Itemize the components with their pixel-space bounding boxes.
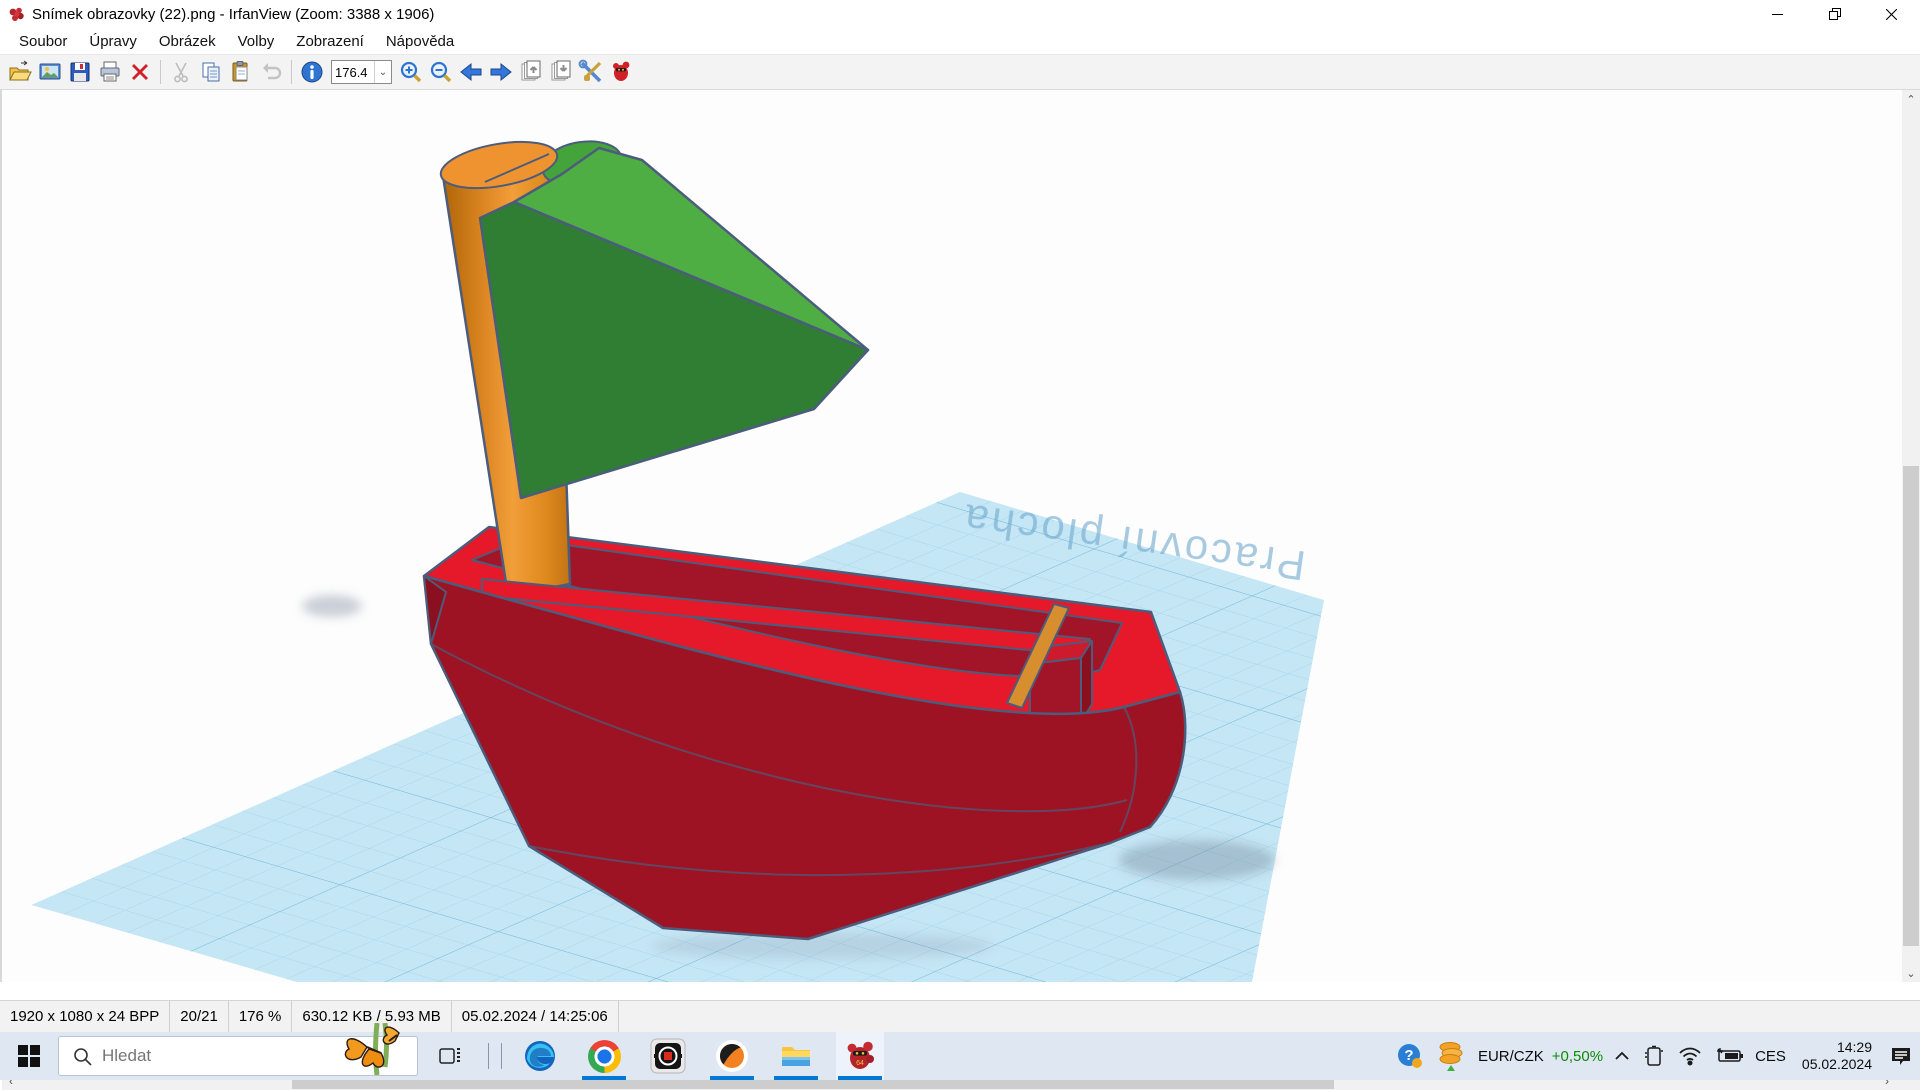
vertical-scroll-thumb[interactable] xyxy=(1903,466,1919,946)
svg-text:?: ? xyxy=(1404,1047,1413,1064)
running-indicator xyxy=(838,1076,882,1080)
minimize-button[interactable] xyxy=(1749,0,1806,28)
taskbar-app-chrome[interactable] xyxy=(580,1032,628,1080)
irfanview-mascot-icon: 64 xyxy=(843,1039,877,1073)
open-file-button[interactable] xyxy=(5,57,35,87)
scroll-down-arrow-icon[interactable]: ⌄ xyxy=(1902,964,1920,982)
taskbar-app-irfanview[interactable]: 64 xyxy=(836,1032,884,1080)
vertical-scrollbar[interactable]: ⌃ ⌄ xyxy=(1902,90,1920,982)
menu-bar: Soubor Úpravy Obrázek Volby Zobrazení Ná… xyxy=(0,28,1920,55)
next-image-button[interactable] xyxy=(486,57,516,87)
search-icon xyxy=(73,1047,92,1066)
taskbar-search-box[interactable] xyxy=(58,1036,418,1076)
wifi-icon[interactable] xyxy=(1671,1032,1709,1080)
windows-logo-icon xyxy=(18,1045,40,1067)
irfanview-about-mascot-icon[interactable] xyxy=(606,57,636,87)
taskbar-app-ev3[interactable] xyxy=(644,1032,692,1080)
title-bar: Snímek obrazovky (22).png - IrfanView (Z… xyxy=(0,0,1920,28)
butterfly-graphic xyxy=(337,1023,415,1075)
search-input[interactable] xyxy=(102,1046,302,1066)
zoom-out-button[interactable] xyxy=(426,57,456,87)
delete-button[interactable] xyxy=(125,57,155,87)
taskbar-divider xyxy=(501,1043,502,1069)
info-button[interactable] xyxy=(297,57,327,87)
close-button[interactable] xyxy=(1863,0,1920,28)
zoom-in-button[interactable] xyxy=(396,57,426,87)
task-view-icon xyxy=(438,1044,462,1068)
system-tray: ? EUR/CZK +0,50% xyxy=(1390,1032,1920,1080)
task-view-button[interactable] xyxy=(426,1032,474,1080)
taskbar: 64 ? EUR/CZK +0,50 xyxy=(0,1032,1920,1080)
window-title: Snímek obrazovky (22).png - IrfanView (Z… xyxy=(32,6,434,23)
zoom-value-input[interactable] xyxy=(332,61,374,83)
notification-center-icon[interactable] xyxy=(1882,1032,1920,1080)
copy-button[interactable] xyxy=(196,57,226,87)
language-indicator[interactable]: CES xyxy=(1751,1048,1790,1065)
toolbar-separator xyxy=(160,60,161,84)
taskbar-clock[interactable]: 14:29 05.02.2024 xyxy=(1790,1039,1882,1073)
file-explorer-icon xyxy=(779,1039,813,1073)
save-button[interactable] xyxy=(65,57,95,87)
slideshow-button[interactable] xyxy=(35,57,65,87)
first-page-button[interactable] xyxy=(516,57,546,87)
menu-obrazek[interactable]: Obrázek xyxy=(148,29,227,54)
image-canvas: Pracovní plocha xyxy=(2,90,1904,982)
tools-settings-button[interactable] xyxy=(576,57,606,87)
taskbar-app-orange-black-circle[interactable] xyxy=(708,1032,756,1080)
taskbar-app-file-explorer[interactable] xyxy=(772,1032,820,1080)
edge-icon xyxy=(523,1039,557,1073)
clock-time: 14:29 xyxy=(1802,1039,1872,1056)
running-indicator xyxy=(710,1076,754,1080)
start-button[interactable] xyxy=(0,1032,58,1080)
clock-date: 05.02.2024 xyxy=(1802,1056,1872,1073)
scroll-up-arrow-icon[interactable]: ⌃ xyxy=(1902,90,1920,108)
chrome-icon xyxy=(588,1040,621,1073)
toolbar: ⌄ xyxy=(0,55,1920,90)
last-page-button[interactable] xyxy=(546,57,576,87)
currency-pair-label[interactable]: EUR/CZK xyxy=(1474,1048,1548,1065)
menu-zobrazeni[interactable]: Zobrazení xyxy=(285,29,375,54)
phone-link-icon[interactable] xyxy=(1637,1032,1671,1080)
taskbar-app-edge[interactable] xyxy=(516,1032,564,1080)
currency-change-label[interactable]: +0,50% xyxy=(1548,1048,1607,1065)
undo-button[interactable] xyxy=(256,57,286,87)
running-indicator xyxy=(774,1076,818,1080)
zoom-dropdown-arrow-icon[interactable]: ⌄ xyxy=(374,61,391,83)
status-zoom-percent: 176 % xyxy=(229,1001,293,1032)
menu-napoveda[interactable]: Nápověda xyxy=(375,29,465,54)
running-indicator xyxy=(582,1076,626,1080)
taskbar-divider xyxy=(488,1043,489,1069)
paste-button[interactable] xyxy=(226,57,256,87)
status-bar: 1920 x 1080 x 24 BPP 20/21 176 % 630.12 … xyxy=(0,1000,1920,1032)
zoom-combobox[interactable]: ⌄ xyxy=(331,60,392,84)
toolbar-separator xyxy=(291,60,292,84)
battery-icon[interactable] xyxy=(1709,1032,1751,1080)
status-file-datetime: 05.02.2024 / 14:25:06 xyxy=(452,1001,619,1032)
previous-image-button[interactable] xyxy=(456,57,486,87)
menu-soubor[interactable]: Soubor xyxy=(8,29,78,54)
help-notifier-icon[interactable]: ? xyxy=(1390,1032,1430,1080)
currency-coins-icon[interactable] xyxy=(1430,1032,1474,1080)
hidden-icons-chevron-icon[interactable] xyxy=(1607,1032,1637,1080)
status-image-dimensions: 1920 x 1080 x 24 BPP xyxy=(0,1001,170,1032)
ev3-icon xyxy=(650,1038,686,1074)
menu-upravy[interactable]: Úpravy xyxy=(78,29,148,54)
status-file-index: 20/21 xyxy=(170,1001,229,1032)
irfanview-window: Snímek obrazovky (22).png - IrfanView (Z… xyxy=(0,0,1920,1080)
orange-black-circle-icon xyxy=(715,1039,749,1073)
print-button[interactable] xyxy=(95,57,125,87)
svg-text:64: 64 xyxy=(856,1060,864,1067)
cut-button[interactable] xyxy=(166,57,196,87)
restore-button[interactable] xyxy=(1806,0,1863,28)
irfanview-app-icon xyxy=(8,6,25,23)
image-viewer-area: Pracovní plocha xyxy=(0,90,1920,982)
menu-volby[interactable]: Volby xyxy=(227,29,286,54)
